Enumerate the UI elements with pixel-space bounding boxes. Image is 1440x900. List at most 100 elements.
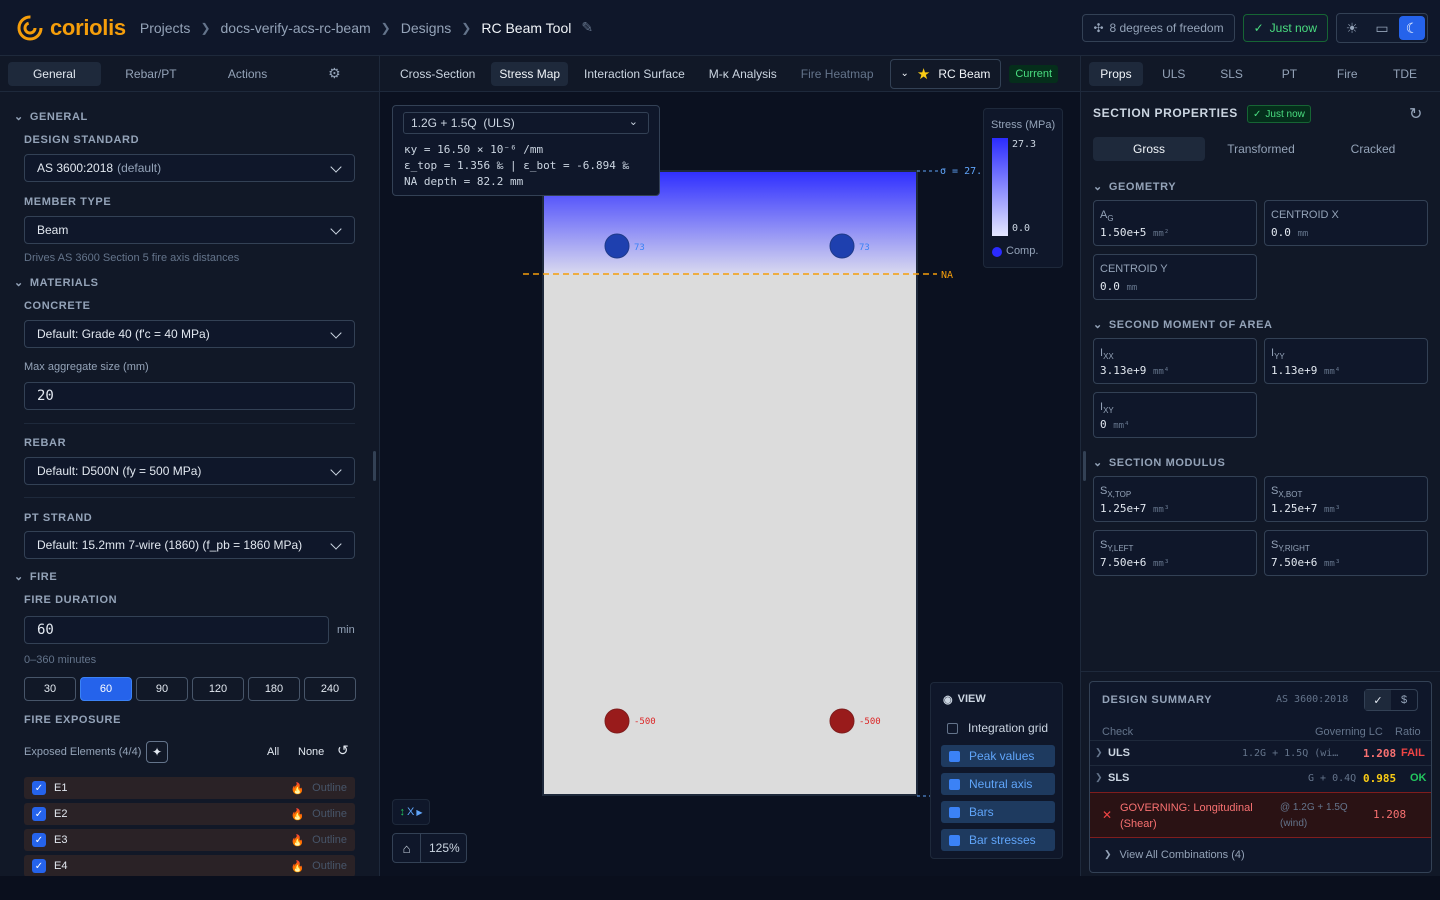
section-modulus[interactable]: ⌄ SECTION MODULUS — [1093, 456, 1225, 470]
duration-60-button[interactable]: 60 — [80, 677, 132, 701]
summary-row-uls[interactable]: ❯ ULS 1.2G + 1.5Q (wi… 1.208 FAIL — [1090, 740, 1431, 765]
checkbox-checked-icon[interactable]: ✓ — [32, 859, 46, 873]
tab-stress-map[interactable]: Stress Map — [491, 61, 569, 86]
checkbox-checked-icon[interactable]: ✓ — [32, 781, 46, 795]
chevron-right-icon: ❯ — [1095, 772, 1103, 782]
tab-transformed[interactable]: Transformed — [1205, 137, 1317, 161]
duration-30-button[interactable]: 30 — [24, 677, 76, 701]
toggle-integration-grid[interactable]: Integration grid — [941, 717, 1055, 739]
element-mode[interactable]: Outline — [312, 808, 347, 820]
tab-fire-heatmap[interactable]: Fire Heatmap — [793, 62, 882, 86]
section-moa-label: SECOND MOMENT OF AREA — [1108, 318, 1273, 331]
resize-handle[interactable] — [373, 451, 376, 481]
design-selector[interactable]: ⌄ ★ RC Beam — [889, 58, 1002, 89]
duration-120-button[interactable]: 120 — [192, 677, 244, 701]
element-row[interactable]: ✓ E4 🔥 Outline — [24, 855, 355, 876]
tab-tde[interactable]: TDE — [1378, 62, 1432, 86]
summary-row-sls[interactable]: ❯ SLS G + 0.4Q 0.985 OK — [1090, 765, 1431, 790]
concrete-select[interactable]: Default: Grade 40 (f'c = 40 MPa) — [24, 320, 355, 348]
tab-interaction-surface[interactable]: Interaction Surface — [576, 62, 693, 86]
tab-m-kappa[interactable]: M-κ Analysis — [701, 62, 785, 86]
reset-icon[interactable]: ↺ — [337, 742, 349, 759]
home-icon[interactable]: ⌂ — [393, 834, 421, 862]
checkbox-unchecked-icon[interactable] — [947, 722, 958, 734]
refresh-icon[interactable]: ↻ — [1409, 104, 1422, 124]
prop-value: 1.25e+7 — [1271, 502, 1318, 515]
rebar-top-left[interactable] — [604, 233, 630, 259]
property-card-centroid-y: CENTROID Y 0.0 mm — [1093, 254, 1257, 300]
aggregate-input[interactable]: 20 — [24, 382, 355, 410]
check-icon[interactable]: ✓ — [1365, 690, 1391, 710]
toggle-bars[interactable]: Bars — [941, 801, 1055, 823]
checkbox-checked-icon[interactable]: ✓ — [32, 807, 46, 821]
section-fire[interactable]: ⌄ FIRE — [14, 570, 57, 584]
tab-gross[interactable]: Gross — [1093, 137, 1205, 161]
tab-rebar-pt[interactable]: Rebar/PT — [105, 62, 198, 86]
tab-cross-section[interactable]: Cross-Section — [392, 62, 483, 86]
col-check-header: Check — [1102, 726, 1134, 738]
moon-icon[interactable]: ☾ — [1399, 16, 1425, 40]
member-type-hint: Drives AS 3600 Section 5 fire axis dista… — [24, 252, 240, 264]
section-geometry[interactable]: ⌄ GEOMETRY — [1093, 180, 1176, 194]
element-mode[interactable]: Outline — [312, 860, 347, 872]
tab-cracked[interactable]: Cracked — [1317, 137, 1429, 161]
tab-pt[interactable]: PT — [1262, 62, 1316, 86]
element-mode[interactable]: Outline — [312, 834, 347, 846]
element-row[interactable]: ✓ E3 🔥 Outline — [24, 829, 355, 851]
element-row[interactable]: ✓ E1 🔥 Outline — [24, 777, 355, 799]
legend-min: 0.0 — [1012, 223, 1031, 234]
tab-props[interactable]: Props — [1089, 61, 1143, 86]
rebar-select[interactable]: Default: D500N (fy = 500 MPa) — [24, 457, 355, 485]
dollar-icon[interactable]: $ — [1391, 690, 1417, 710]
breadcrumb-designs[interactable]: Designs — [401, 20, 452, 36]
prop-sub: YY — [1274, 352, 1285, 362]
divider — [24, 423, 355, 424]
member-type-select[interactable]: Beam — [24, 216, 355, 244]
logo[interactable]: coriolis — [16, 14, 126, 42]
tab-sls[interactable]: SLS — [1205, 62, 1259, 86]
tab-uls[interactable]: ULS — [1147, 62, 1201, 86]
duration-240-button[interactable]: 240 — [304, 677, 356, 701]
select-none-button[interactable]: None — [298, 746, 324, 758]
pencil-icon[interactable]: ✎ — [581, 19, 593, 36]
section-materials[interactable]: ⌄ MATERIALS — [14, 276, 99, 290]
duration-180-button[interactable]: 180 — [248, 677, 300, 701]
breadcrumb-project[interactable]: docs-verify-acs-rc-beam — [221, 20, 371, 36]
stress-map-canvas[interactable]: σ = 27. NA 73 73 -500 -500 1.2G + 1.5Q (… — [380, 92, 1080, 876]
monitor-icon[interactable]: ▭ — [1369, 16, 1395, 40]
settings-gear-icon[interactable]: ⚙ — [298, 62, 371, 86]
tab-actions[interactable]: Actions — [201, 62, 294, 86]
checkbox-checked-icon[interactable]: ✓ — [32, 833, 46, 847]
rebar-top-right[interactable] — [829, 233, 855, 259]
view-all-combinations-link[interactable]: ❯ View All Combinations (4) — [1104, 849, 1245, 861]
rebar-bottom-left[interactable] — [604, 708, 630, 734]
fire-duration-input[interactable]: 60 — [24, 616, 329, 644]
select-all-button[interactable]: All — [267, 746, 279, 758]
check-name: SLS — [1108, 772, 1130, 784]
dof-indicator[interactable]: ✣ 8 degrees of freedom — [1082, 14, 1235, 42]
chevron-right-icon: ❯ — [1104, 849, 1112, 859]
load-case-select[interactable]: 1.2G + 1.5Q (ULS) ⌄ — [403, 112, 649, 134]
pick-elements-icon[interactable]: ✦ — [146, 741, 168, 763]
resize-handle[interactable] — [1083, 451, 1086, 481]
element-row[interactable]: ✓ E2 🔥 Outline — [24, 803, 355, 825]
rebar-bottom-right[interactable] — [829, 708, 855, 734]
sun-icon[interactable]: ☀ — [1339, 16, 1365, 40]
section-general[interactable]: ⌄ GENERAL — [14, 110, 88, 124]
design-standard-select[interactable]: AS 3600:2018 (default) — [24, 154, 355, 182]
duration-90-button[interactable]: 90 — [136, 677, 188, 701]
breadcrumb: Projects ❯ docs-verify-acs-rc-beam ❯ Des… — [140, 19, 593, 36]
section-moment-of-area[interactable]: ⌄ SECOND MOMENT OF AREA — [1093, 318, 1273, 332]
element-name: E2 — [54, 808, 68, 820]
toggle-bar-stresses[interactable]: Bar stresses — [941, 829, 1055, 851]
chevron-right-icon: ❯ — [200, 20, 211, 35]
toggle-neutral-axis[interactable]: Neutral axis — [941, 773, 1055, 795]
tab-fire[interactable]: Fire — [1320, 62, 1374, 86]
pt-strand-select[interactable]: Default: 15.2mm 7-wire (1860) (f_pb = 18… — [24, 531, 355, 559]
element-mode[interactable]: Outline — [312, 782, 347, 794]
zoom-level[interactable]: 125% — [429, 841, 460, 855]
breadcrumb-projects[interactable]: Projects — [140, 20, 191, 36]
tab-general[interactable]: General — [8, 61, 101, 86]
save-status[interactable]: ✓ Just now — [1242, 14, 1328, 42]
toggle-peak-values[interactable]: Peak values — [941, 745, 1055, 767]
